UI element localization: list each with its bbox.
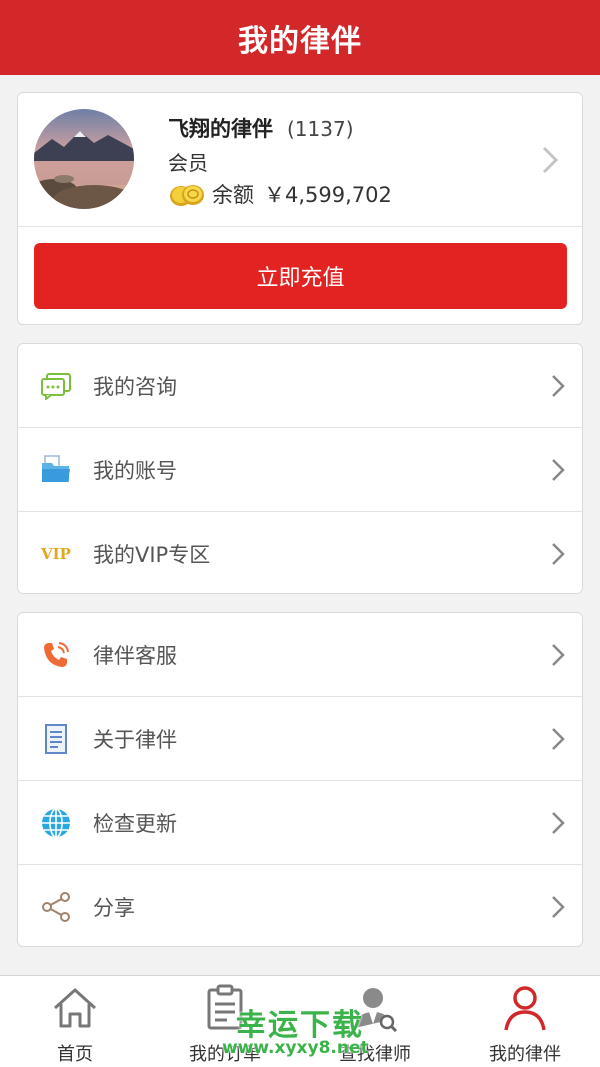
menu-item-consultation[interactable]: 我的咨询: [18, 344, 582, 428]
profile-card: 飞翔的律伴 (1137) 会员 余额 ￥4,599,702 立即充值: [17, 92, 583, 325]
bottom-tab-bar: 首页 我的订单 查找律师 我的律伴: [0, 975, 600, 1067]
member-level: 会员: [168, 151, 208, 175]
chevron-right-icon: [552, 458, 565, 481]
menu-item-vip[interactable]: VIP 我的VIP专区: [18, 512, 582, 596]
phone-icon: [40, 639, 72, 671]
tab-find-lawyer[interactable]: 查找律师: [300, 976, 450, 1067]
clipboard-icon: [207, 984, 243, 1030]
user-icon: [504, 986, 546, 1031]
menu-group-1: 我的咨询 我的账号 VIP 我的VIP专区: [17, 343, 583, 594]
home-icon: [53, 988, 97, 1028]
username-row: 飞翔的律伴 (1137): [168, 113, 354, 143]
chevron-right-icon: [552, 643, 565, 666]
vip-icon: VIP: [41, 545, 71, 563]
avatar[interactable]: [34, 109, 134, 209]
balance-label: 余额: [212, 183, 254, 207]
page-title: 我的律伴: [238, 23, 362, 59]
menu-item-about[interactable]: 关于律伴: [18, 697, 582, 781]
menu-item-account[interactable]: 我的账号: [18, 428, 582, 512]
tab-label: 我的律伴: [489, 1044, 561, 1065]
tab-label: 首页: [57, 1044, 93, 1065]
balance-value: ￥4,599,702: [264, 183, 392, 207]
lawyer-search-icon: [355, 988, 398, 1032]
globe-icon: [40, 807, 72, 839]
document-icon: [40, 723, 72, 755]
chevron-right-icon: [542, 146, 559, 174]
menu-label: 律伴客服: [93, 643, 177, 668]
chevron-right-icon: [552, 896, 565, 918]
tab-my-orders[interactable]: 我的订单: [150, 976, 300, 1067]
menu-label: 我的咨询: [93, 374, 177, 399]
menu-label: 我的账号: [93, 458, 177, 483]
chevron-right-icon: [552, 727, 565, 750]
menu-label: 关于律伴: [93, 727, 177, 752]
profile-summary[interactable]: 飞翔的律伴 (1137) 会员 余额 ￥4,599,702: [18, 93, 582, 227]
tab-label: 查找律师: [339, 1044, 411, 1065]
recharge-button[interactable]: 立即充值: [34, 243, 567, 309]
menu-item-check-update[interactable]: 检查更新: [18, 781, 582, 865]
menu-group-2: 律伴客服 关于律伴 检查更新 分享: [17, 612, 583, 947]
app-header: 我的律伴: [0, 0, 600, 75]
tab-home[interactable]: 首页: [0, 976, 150, 1067]
share-icon: [40, 891, 72, 923]
chevron-right-icon: [552, 543, 565, 565]
tab-my-lvban[interactable]: 我的律伴: [450, 976, 600, 1067]
coins-icon: [170, 185, 204, 206]
balance-row: 余额 ￥4,599,702: [168, 179, 392, 209]
menu-label: 检查更新: [93, 811, 177, 836]
menu-item-share[interactable]: 分享: [18, 865, 582, 949]
folder-icon: [40, 454, 72, 486]
chat-icon: [40, 370, 72, 402]
user-id: (1137): [287, 117, 354, 141]
chevron-right-icon: [552, 374, 565, 397]
username: 飞翔的律伴: [168, 117, 273, 141]
menu-item-customer-service[interactable]: 律伴客服: [18, 613, 582, 697]
chevron-right-icon: [552, 811, 565, 834]
menu-label: 我的VIP专区: [93, 543, 211, 567]
menu-label: 分享: [93, 896, 135, 920]
tab-label: 我的订单: [189, 1044, 261, 1065]
